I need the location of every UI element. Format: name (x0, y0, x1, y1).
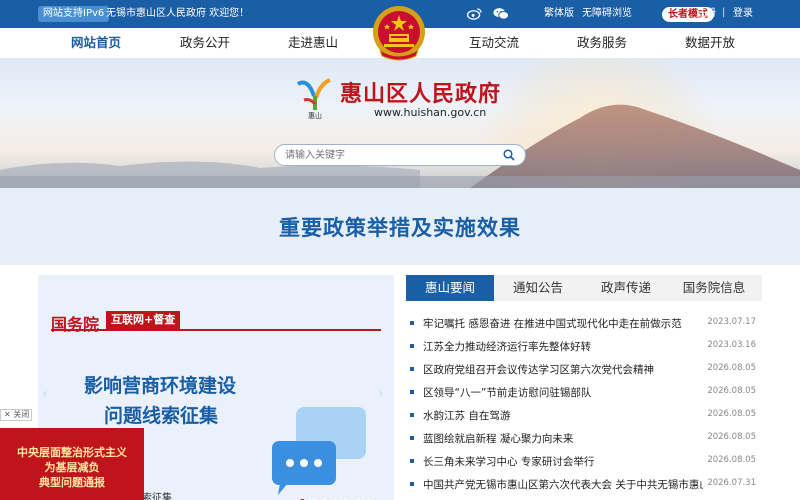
slide-headline-2: 问题线索征集 (104, 405, 219, 427)
news-date: 2026.08.05 (707, 409, 756, 419)
slide-headline-1: 影响营商环境建设 (84, 375, 237, 397)
policy-section: 重要政策举措及实施效果 (0, 188, 800, 265)
news-title[interactable]: 中国共产党无锡市惠山区第六次代表大会 关于中共无锡市惠山... (423, 477, 703, 492)
list-item[interactable]: 区政府党组召开会议传达学习区第六次党代会精神 2026.08.05 (406, 358, 762, 381)
tab-huishan-news[interactable]: 惠山要闻 (406, 275, 494, 301)
list-item[interactable]: 区领导“八一”节前走访慰问驻锡部队 2026.08.05 (406, 381, 762, 404)
welcome-text: 无锡市惠山区人民政府 欢迎您！ (106, 8, 250, 19)
slide-org: 国务院 (51, 315, 100, 334)
ipv6-badge: 网站支持IPv6 (38, 6, 110, 22)
divider: | (722, 7, 726, 18)
header-banner: 惠山 惠山区人民政府 www.huishan.gov.cn (0, 58, 800, 188)
divider (51, 329, 381, 331)
list-item[interactable]: 水韵江苏 自在驾游 2026.08.05 (406, 404, 762, 427)
nav-home[interactable]: 网站首页 (71, 28, 121, 58)
search-icon[interactable] (503, 149, 515, 161)
tab-policy-voice[interactable]: 政声传递 (582, 275, 670, 301)
news-title[interactable]: 江苏全力推动经济运行率先整体好转 (423, 339, 703, 354)
bullet (410, 413, 414, 417)
news-date: 2026.08.05 (707, 363, 756, 373)
list-item[interactable]: 蓝图绘就启新程 凝心聚力向未来 2026.08.05 (406, 427, 762, 450)
list-item[interactable]: 江苏全力推动经济运行率先整体好转 2023.03.16 (406, 335, 762, 358)
news-title[interactable]: 蓝图绘就启新程 凝心聚力向未来 (423, 431, 703, 446)
ad-line-3: 典型问题通报 (39, 476, 105, 489)
traditional-link[interactable]: 繁体版 (544, 7, 574, 21)
policy-title[interactable]: 重要政策举措及实施效果 (0, 212, 800, 242)
site-title: 惠山区人民政府 (340, 82, 502, 107)
news-date: 2026.08.05 (707, 455, 756, 465)
chat-bubble-icon (272, 407, 366, 495)
search-box (274, 144, 526, 166)
next-arrow-icon[interactable]: › (378, 387, 388, 401)
register-link[interactable]: 注册 (696, 7, 716, 21)
login-link[interactable]: 登录 (733, 7, 753, 21)
bullet (410, 459, 414, 463)
huishan-logo-icon: 惠山 (296, 78, 331, 120)
floating-ad[interactable]: 中央层面整治形式主义 为基层减负 典型问题通报 (0, 428, 144, 500)
list-item[interactable]: 长三角未来学习中心 专家研讨会举行 2026.08.05 (406, 450, 762, 473)
nav-services[interactable]: 政务服务 (577, 28, 627, 58)
accessible-link[interactable]: 无障碍浏览 (582, 7, 632, 21)
national-emblem-icon (373, 6, 425, 61)
news-title[interactable]: 水韵江苏 自在驾游 (423, 408, 703, 423)
bullet (410, 390, 414, 394)
news-date: 2026.08.05 (707, 432, 756, 442)
bullet (410, 482, 414, 486)
nav-interaction[interactable]: 互动交流 (469, 28, 519, 58)
tab-state-council[interactable]: 国务院信息 (670, 275, 758, 301)
slide-tag: 互联网+督查 (106, 311, 181, 329)
close-ad-button[interactable]: ✕ 关闭 (0, 409, 32, 421)
bullet (410, 321, 414, 325)
bullet (410, 367, 414, 371)
weibo-icon[interactable] (467, 7, 482, 20)
news-title[interactable]: 区领导“八一”节前走访慰问驻锡部队 (423, 385, 703, 400)
list-item[interactable]: 牢记嘱托 感恩奋进 在推进中国式现代化中走在前做示范 2023.07.17 (406, 312, 762, 335)
ad-line-1: 中央层面整治形式主义 (17, 446, 127, 459)
prev-arrow-icon[interactable]: ‹ (42, 387, 52, 401)
list-item[interactable]: 中国共产党无锡市惠山区第六次代表大会 关于中共无锡市惠山... 2026.07.… (406, 473, 762, 496)
site-url: www.huishan.gov.cn (374, 106, 487, 119)
logo-text: 惠山 (308, 111, 322, 120)
news-date: 2023.07.17 (707, 317, 756, 327)
slide-dots (300, 493, 377, 500)
nav-about-huishan[interactable]: 走进惠山 (288, 28, 338, 58)
news-title[interactable]: 区政府党组召开会议传达学习区第六次党代会精神 (423, 362, 703, 377)
nav-open-data[interactable]: 数据开放 (685, 28, 735, 58)
news-tabs: 惠山要闻 通知公告 政声传递 国务院信息 (406, 275, 762, 301)
news-date: 2023.03.16 (707, 340, 756, 350)
nav-gov-affairs[interactable]: 政务公开 (180, 28, 230, 58)
news-date: 2026.07.31 (707, 478, 756, 488)
bullet (410, 344, 414, 348)
news-date: 2026.08.05 (707, 386, 756, 396)
news-title[interactable]: 长三角未来学习中心 专家研讨会举行 (423, 454, 703, 469)
bullet (410, 436, 414, 440)
ad-line-2: 为基层减负 (44, 461, 100, 474)
news-title[interactable]: 牢记嘱托 感恩奋进 在推进中国式现代化中走在前做示范 (423, 316, 703, 331)
search-input[interactable] (285, 147, 485, 163)
wechat-icon[interactable] (493, 7, 509, 20)
close-label: 关闭 (13, 410, 30, 419)
tab-notices[interactable]: 通知公告 (494, 275, 582, 301)
